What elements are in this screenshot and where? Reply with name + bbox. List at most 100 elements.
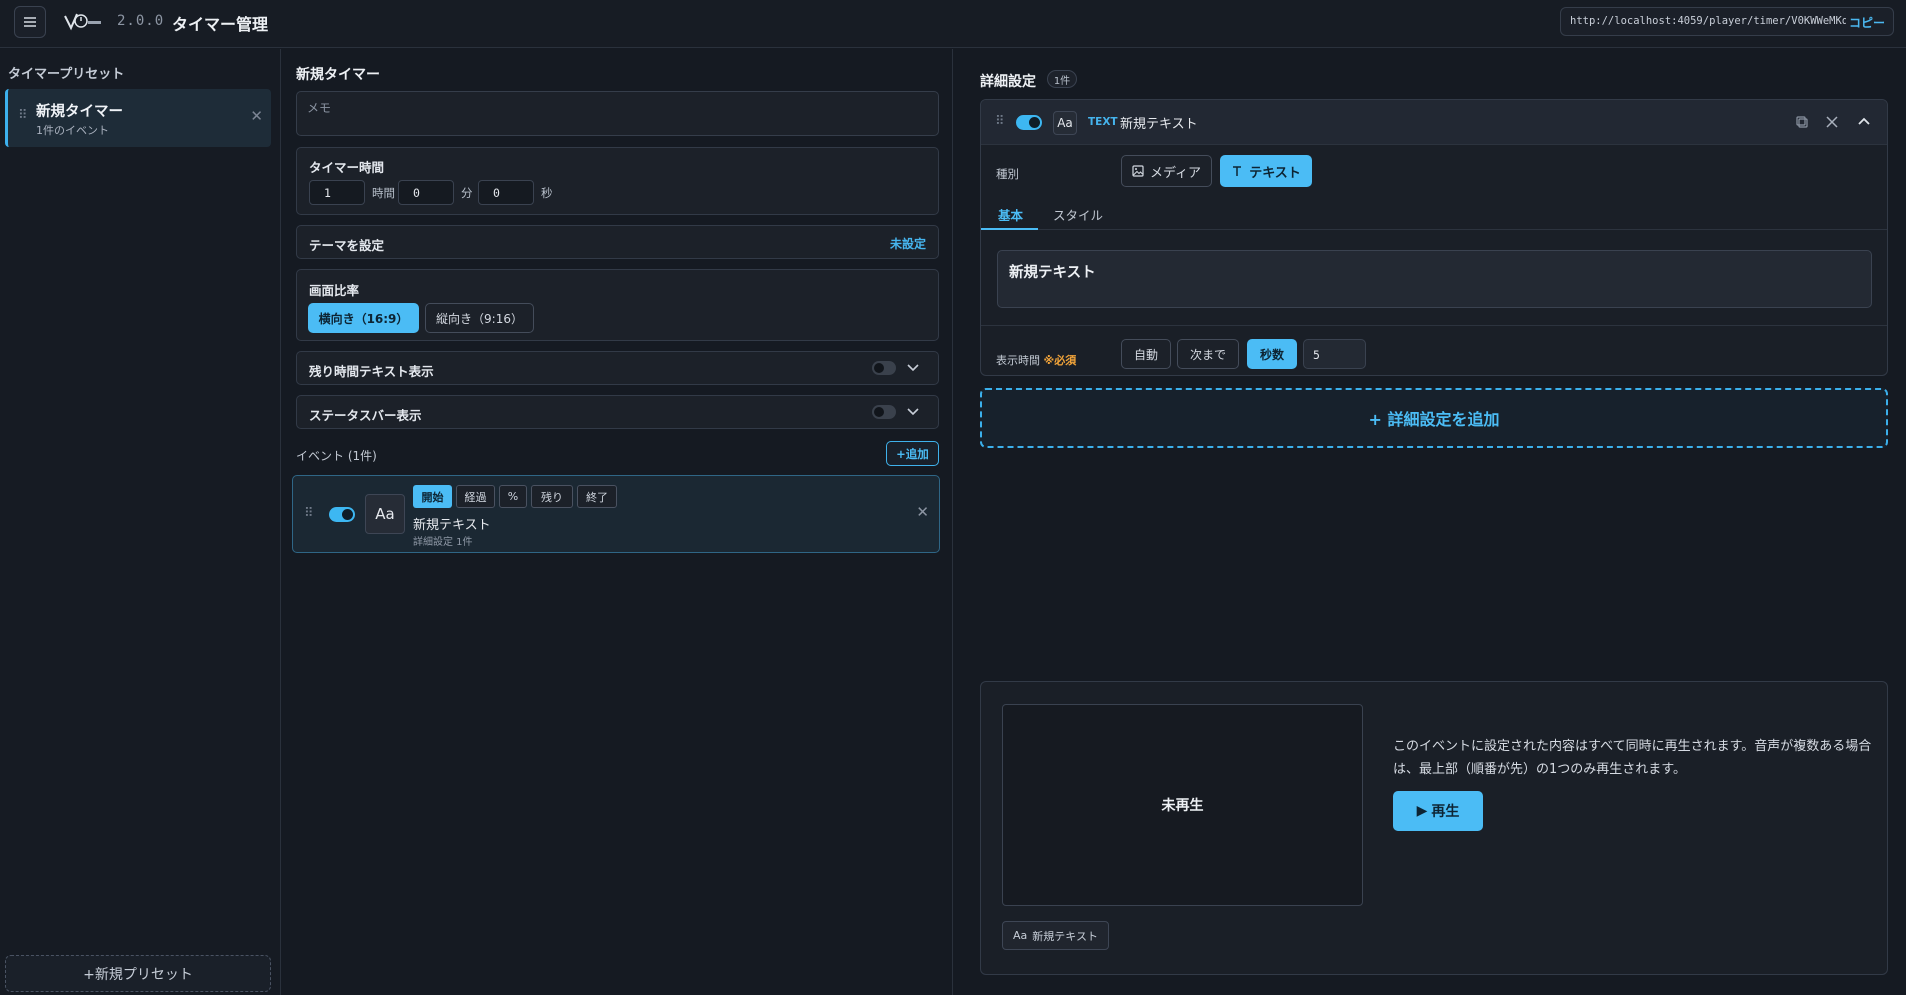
preview-item-label: 新規テキスト (1032, 929, 1098, 943)
timer-duration-label: タイマー時間 (309, 160, 385, 175)
chip-remaining[interactable]: 残り (531, 485, 573, 508)
details-panel: 詳細設定 1件 ⠿ Aa TEXT 新規テキスト 種別 メディア テキスト 基本… (954, 49, 1906, 995)
active-tab-indicator (981, 228, 1038, 230)
page-title: タイマー管理 (172, 15, 269, 34)
required-mark: ※必須 (1043, 354, 1077, 367)
timer-editor-panel: 新規タイマー メモ タイマー時間 1 時間 0 分 0 秒 テーマを設定 未設定… (282, 49, 953, 995)
event-item[interactable]: ⠿ Aa 開始 経過 % 残り 終了 新規テキスト 詳細設定 1件 ✕ (292, 475, 940, 553)
preview-item-chip[interactable]: Aa 新規テキスト (1002, 921, 1109, 950)
sidebar-title: タイマープリセット (8, 67, 125, 82)
drag-handle-icon[interactable]: ⠿ (995, 114, 1004, 129)
minutes-unit: 分 (461, 186, 473, 200)
duration-seconds-input[interactable]: 5 (1303, 339, 1366, 369)
add-detail-button[interactable]: + 詳細設定を追加 (980, 388, 1888, 448)
theme-card[interactable]: テーマを設定 未設定 (296, 225, 939, 259)
events-label: イベント (1件) (296, 449, 377, 463)
aspect-ratio-card: 画面比率 横向き（16:9） 縦向き（9:16） (296, 269, 939, 341)
timer-duration-card: タイマー時間 1 時間 0 分 0 秒 (296, 147, 939, 215)
text-icon (1233, 166, 1242, 176)
chevron-down-icon[interactable] (907, 408, 919, 416)
chip-end[interactable]: 終了 (577, 485, 617, 508)
kind-label: 種別 (996, 167, 1019, 181)
theme-label: テーマを設定 (309, 238, 385, 253)
image-icon (1132, 165, 1144, 177)
status-bar-toggle[interactable] (872, 405, 896, 419)
status-bar-label: ステータスバー表示 (309, 408, 422, 423)
tab-style[interactable]: スタイル (1053, 205, 1103, 224)
play-button[interactable]: ▶ 再生 (1393, 791, 1483, 831)
duration-label: 表示時間 ※必須 (996, 352, 1076, 368)
duration-auto-button[interactable]: 自動 (1121, 339, 1171, 369)
memo-field[interactable]: メモ (296, 91, 939, 136)
detail-item-name: 新規テキスト (1120, 117, 1198, 132)
duration-label-text: 表示時間 (996, 354, 1040, 367)
event-subtitle: 詳細設定 1件 (413, 537, 473, 548)
remaining-text-label: 残り時間テキスト表示 (309, 364, 434, 379)
drag-handle-icon[interactable]: ⠿ (304, 506, 313, 521)
chevron-up-icon[interactable] (1856, 114, 1872, 130)
detail-enabled-toggle[interactable] (1016, 115, 1042, 130)
chip-elapsed[interactable]: 経過 (456, 485, 495, 508)
menu-button[interactable] (14, 6, 46, 38)
media-kind-button[interactable]: メディア (1121, 155, 1212, 187)
hours-unit: 時間 (372, 186, 395, 200)
text-kind-label: テキスト (1249, 165, 1301, 181)
detail-item-card: ⠿ Aa TEXT 新規テキスト 種別 メディア テキスト 基本 スタイル 新規… (980, 99, 1888, 376)
chip-percent[interactable]: % (499, 485, 527, 508)
text-type-icon: Aa (1053, 111, 1077, 135)
status-bar-card: ステータスバー表示 (296, 395, 939, 429)
preset-sidebar: タイマープリセット ⠿ 新規タイマー 1件のイベント ✕ +新規プリセット (0, 49, 281, 995)
preview-screen: 未再生 (1002, 704, 1363, 906)
event-title: 新規テキスト (413, 518, 491, 533)
preset-event-count: 1件のイベント (36, 124, 109, 137)
editor-title: 新規タイマー (296, 67, 380, 83)
app-header: 2.0.0 タイマー管理 http://localhost:4059/playe… (0, 0, 1906, 48)
details-title: 詳細設定 (980, 74, 1036, 90)
preview-description: このイベントに設定された内容はすべて同時に再生されます。音声が複数ある場合は、最… (1393, 739, 1872, 777)
event-enabled-toggle[interactable] (329, 507, 355, 522)
divider (981, 325, 1887, 326)
app-version: 2.0.0 (117, 13, 165, 29)
seconds-input[interactable]: 0 (478, 180, 534, 205)
detail-tabs: 基本 スタイル (981, 198, 1887, 230)
chip-start[interactable]: 開始 (413, 485, 452, 508)
add-event-button[interactable]: +追加 (886, 441, 939, 466)
close-icon[interactable]: ✕ (916, 503, 929, 521)
detail-item-header[interactable]: ⠿ Aa TEXT 新規テキスト (981, 100, 1887, 145)
text-kind-button[interactable]: テキスト (1220, 155, 1312, 187)
theme-value-link[interactable]: 未設定 (890, 235, 926, 252)
close-icon[interactable]: ✕ (250, 107, 263, 125)
remaining-text-card: 残り時間テキスト表示 (296, 351, 939, 385)
hamburger-menu-icon (24, 17, 36, 27)
text-type-icon: Aa (365, 494, 405, 534)
play-icon: ▶ (1416, 803, 1428, 819)
drag-handle-icon[interactable]: ⠿ (18, 108, 27, 123)
seconds-unit: 秒 (541, 186, 553, 200)
remaining-text-toggle[interactable] (872, 361, 896, 375)
landscape-option-button[interactable]: 横向き（16:9） (308, 303, 419, 333)
media-kind-label: メディア (1149, 165, 1202, 181)
preset-name: 新規タイマー (36, 104, 123, 120)
minutes-input[interactable]: 0 (398, 180, 454, 205)
text-type-icon: Aa (1013, 929, 1028, 942)
text-content-field[interactable]: 新規テキスト (997, 250, 1872, 308)
copy-url-button[interactable]: コピー (1849, 14, 1885, 31)
details-count-badge: 1件 (1047, 70, 1077, 88)
preset-item[interactable]: ⠿ 新規タイマー 1件のイベント ✕ (5, 89, 271, 147)
duration-until-next-button[interactable]: 次まで (1177, 339, 1239, 369)
hours-input[interactable]: 1 (309, 180, 365, 205)
tab-basic[interactable]: 基本 (998, 205, 1023, 224)
player-url-box: http://localhost:4059/player/timer/V0KWW… (1560, 7, 1894, 36)
play-label: 再生 (1431, 804, 1460, 820)
type-tag: TEXT (1088, 116, 1118, 128)
player-url-text[interactable]: http://localhost:4059/player/timer/V0KWW… (1570, 15, 1846, 27)
close-icon[interactable] (1824, 114, 1840, 130)
duration-seconds-button[interactable]: 秒数 (1247, 339, 1297, 369)
preview-card: 未再生 このイベントに設定された内容はすべて同時に再生されます。音声が複数ある場… (980, 681, 1888, 975)
chevron-down-icon[interactable] (907, 364, 919, 372)
new-preset-button[interactable]: +新規プリセット (5, 955, 271, 992)
portrait-option-button[interactable]: 縦向き（9:16） (425, 303, 534, 333)
app-logo-icon (64, 13, 101, 31)
preview-status: 未再生 (1161, 798, 1204, 814)
duplicate-icon[interactable] (1794, 114, 1810, 130)
